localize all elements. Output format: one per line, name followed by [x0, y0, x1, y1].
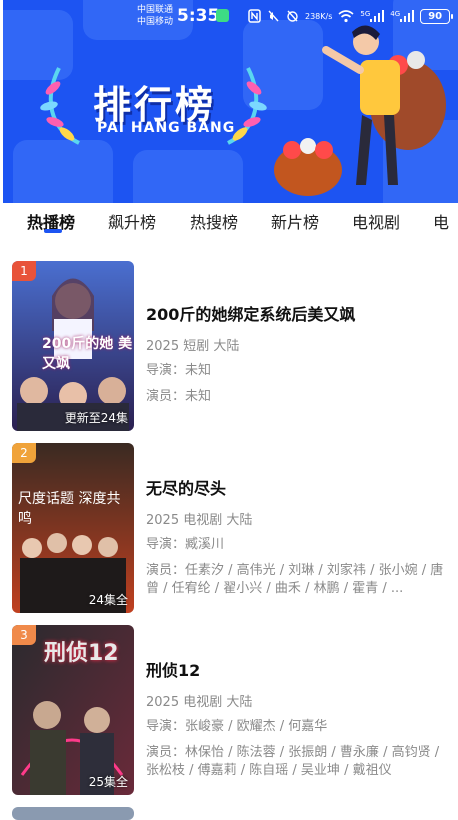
mute-icon [267, 9, 280, 23]
tab-tv-series[interactable]: 电视剧 [352, 209, 400, 233]
item-director: 导演：张峻豪 / 欧耀杰 / 何嘉华 [146, 719, 328, 734]
rank-badge: 1 [12, 261, 36, 281]
signal-1-icon: 5G [360, 10, 385, 22]
item-actors: 演员：未知 [146, 389, 212, 404]
net-speed: 238 K/s [305, 12, 332, 21]
item-actors: 演员：任素汐 / 高伟光 / 刘琳 / 刘家祎 / 张小婉 / 唐曾 / 任宥纶… [146, 563, 444, 596]
rank-badge: 2 [12, 443, 36, 463]
rank-badge: 3 [12, 625, 36, 645]
episode-status: 25集全 [88, 775, 128, 789]
poster-title-art: 刑侦12 [44, 641, 119, 666]
poster[interactable]: 3 刑侦12 25集全 [12, 625, 134, 795]
item-title[interactable]: 200斤的她绑定系统后美又飒 [146, 301, 446, 325]
tab-more[interactable]: 电 [433, 209, 449, 233]
carrier-2: 中国移动 [137, 17, 174, 27]
app-notification-icon [216, 9, 229, 22]
tab-rising[interactable]: 飙升榜 [108, 209, 156, 233]
item-actors: 演员：林保怡 / 陈法蓉 / 张振朗 / 曹永廉 / 高钧贤 / 张松枝 / 傅… [146, 745, 440, 778]
tab-indicator [44, 229, 62, 233]
banner-title-group: 排行榜 PAI HANG BANG [43, 62, 273, 142]
wifi-icon [338, 9, 354, 23]
poster[interactable]: 2 尺度话题 深度共鸣 24集全 [12, 443, 134, 613]
item-info: 200斤的她绑定系统后美又飒 2025 短剧 大陆 导演：未知 演员：未知 [146, 301, 446, 406]
banner-subtitle: PAI HANG BANG [97, 120, 236, 136]
item-title[interactable]: 刑侦12 [146, 657, 446, 681]
battery-icon: 90 [420, 8, 454, 24]
item-meta: 2025 电视剧 大陆 [146, 695, 253, 710]
item-director: 导演：臧溪川 [146, 537, 225, 552]
net-speed-unit: K/s [320, 11, 333, 21]
carrier-labels: 中国联通 中国移动 [137, 4, 173, 28]
item-meta: 2025 短剧 大陆 [146, 339, 240, 354]
status-bar: 中国联通 中国移动 5:35 238 K/s 5G 4G 90 [0, 0, 458, 34]
ranking-tabs: 热播榜 飙升榜 热搜榜 新片榜 电视剧 电 [0, 203, 458, 237]
carrier-1: 中国联通 [137, 5, 174, 15]
poster[interactable] [12, 807, 134, 820]
poster-title-art: 200斤的她 美又飒 [42, 336, 133, 372]
signal-2-icon: 4G [390, 10, 415, 22]
signal-2-label: 4G [390, 10, 401, 18]
signal-1-label: 5G [360, 10, 371, 18]
battery-level: 90 [428, 10, 443, 22]
ranking-page: 排行榜 PAI HANG BANG 中国联通 中国移动 5:35 238 K/s… [0, 0, 458, 820]
episode-status: 更新至24集 [64, 411, 128, 425]
alarm-icon [286, 9, 299, 23]
person-illustration-icon [274, 25, 446, 196]
item-director: 导演：未知 [146, 363, 212, 378]
nfc-icon [248, 9, 261, 23]
clock: 5:35 [177, 6, 220, 26]
item-meta: 2025 电视剧 大陆 [146, 513, 253, 528]
item-info: 刑侦12 2025 电视剧 大陆 导演：张峻豪 / 欧耀杰 / 何嘉华 演员：林… [146, 657, 446, 780]
tab-new-release[interactable]: 新片榜 [271, 209, 319, 233]
tab-hot-search[interactable]: 热搜榜 [190, 209, 238, 233]
episode-status: 24集全 [88, 593, 128, 607]
net-speed-value: 238 [305, 11, 321, 21]
poster-title-art: 尺度话题 深度共鸣 [18, 491, 121, 527]
status-icons: 238 K/s 5G 4G 90 [248, 6, 454, 26]
poster[interactable]: 1 200斤的她 美又飒 更新至24集 [12, 261, 134, 431]
item-info: 无尽的尽头 2025 电视剧 大陆 导演：臧溪川 演员：任素汐 / 高伟光 / … [146, 475, 446, 598]
item-title[interactable]: 无尽的尽头 [146, 475, 446, 499]
